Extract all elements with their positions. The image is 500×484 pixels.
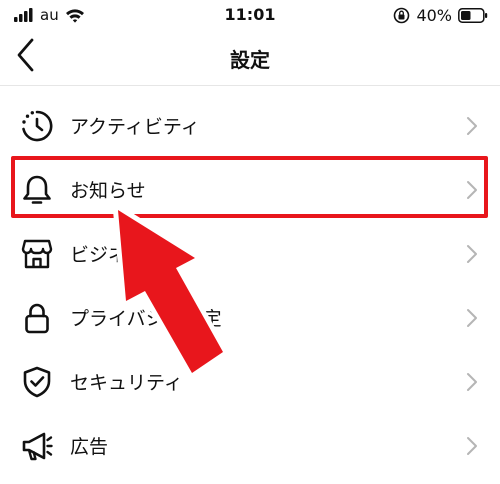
lock-icon: [25, 303, 49, 334]
status-bar: au 11:01 40%: [0, 0, 500, 30]
chevron-right-icon: [467, 373, 477, 391]
settings-item-notifications[interactable]: お知らせ: [0, 158, 500, 222]
chevron-right-icon: [467, 309, 477, 327]
settings-item-label: 広告: [70, 436, 109, 458]
settings-item-label: セキュリティ: [70, 372, 183, 394]
settings-item-label: ビジネス: [70, 244, 147, 266]
bell-icon: [23, 175, 51, 204]
status-right: 40%: [393, 6, 488, 25]
settings-item-ads[interactable]: 広告: [0, 414, 500, 478]
settings-item-activity[interactable]: アクティビティ: [0, 94, 500, 158]
settings-list: アクティビティ お知らせ ビジネス プライバシー設定 セキュリティ 広告: [0, 94, 500, 478]
settings-item-security[interactable]: セキュリティ: [0, 350, 500, 414]
nav-bar: 設定: [0, 30, 500, 86]
orientation-lock-icon: [394, 7, 410, 24]
battery-percent: 40%: [416, 6, 452, 25]
settings-item-label: アクティビティ: [70, 116, 200, 138]
chevron-right-icon: [467, 117, 477, 135]
chevron-right-icon: [467, 437, 477, 455]
megaphone-icon: [22, 432, 53, 461]
settings-item-business[interactable]: ビジネス: [0, 222, 500, 286]
settings-item-privacy[interactable]: プライバシー設定: [0, 286, 500, 350]
settings-item-label: プライバシー設定: [70, 308, 222, 330]
shop-icon: [21, 239, 53, 269]
shield-check-icon: [23, 366, 51, 398]
chevron-right-icon: [467, 181, 477, 199]
battery-icon: [458, 8, 488, 23]
settings-item-label: お知らせ: [70, 180, 146, 202]
chevron-right-icon: [467, 245, 477, 263]
page-title: 設定: [230, 48, 270, 72]
activity-clock-icon: [22, 110, 53, 142]
